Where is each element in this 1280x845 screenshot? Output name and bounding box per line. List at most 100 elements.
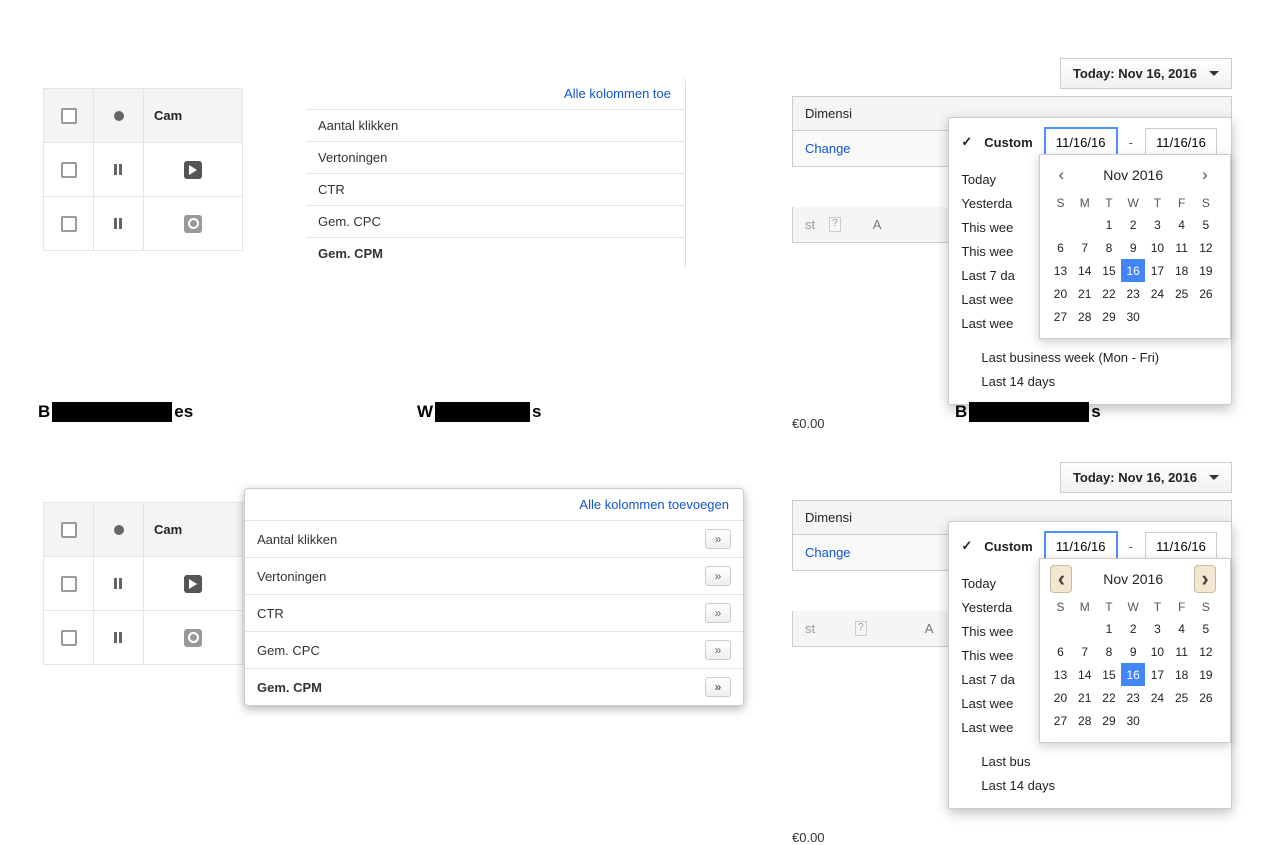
calendar-day[interactable]: 17	[1145, 259, 1169, 282]
calendar-day[interactable]: 24	[1145, 686, 1169, 709]
preset-option[interactable]: Last 14 days	[981, 370, 1217, 394]
column-option[interactable]: Aantal klikken	[306, 110, 685, 142]
calendar-day[interactable]: 18	[1170, 259, 1194, 282]
add-all-columns-link[interactable]: Alle kolommen toevoegen	[245, 489, 743, 521]
checkbox-icon[interactable]	[61, 162, 77, 178]
preset-option[interactable]: Last 14 days	[981, 774, 1217, 798]
column-option[interactable]: Vertoningen»	[245, 558, 743, 595]
date-from-input[interactable]	[1045, 128, 1117, 156]
table-row[interactable]	[44, 197, 243, 251]
column-option[interactable]: Gem. CPC»	[245, 632, 743, 669]
calendar-day[interactable]: 26	[1194, 686, 1218, 709]
calendar-day[interactable]: 28	[1073, 709, 1097, 732]
calendar-day[interactable]: 25	[1170, 686, 1194, 709]
column-option[interactable]: Gem. CPM	[306, 238, 685, 269]
calendar-day[interactable]: 21	[1073, 282, 1097, 305]
preset-option[interactable]: Yesterda	[961, 596, 1034, 620]
checkbox-icon[interactable]	[61, 630, 77, 646]
calendar-day[interactable]: 11	[1170, 640, 1194, 663]
preset-option[interactable]: Today	[961, 168, 1034, 192]
preset-option[interactable]: Last 7 da	[961, 264, 1034, 288]
calendar-day[interactable]: 23	[1121, 686, 1145, 709]
add-column-button[interactable]: »	[705, 603, 731, 623]
camera-icon[interactable]	[184, 629, 202, 647]
calendar-day[interactable]: 7	[1073, 236, 1097, 259]
calendar-day[interactable]: 15	[1097, 259, 1121, 282]
calendar-day[interactable]: 20	[1048, 686, 1072, 709]
calendar-day[interactable]: 10	[1145, 236, 1169, 259]
preset-option[interactable]: Last business week (Mon - Fri)	[981, 346, 1217, 370]
preset-option[interactable]: Last wee	[961, 312, 1034, 336]
table-row[interactable]	[44, 557, 243, 611]
calendar-day[interactable]: 17	[1145, 663, 1169, 686]
play-icon[interactable]	[184, 575, 202, 593]
preset-option[interactable]: Last wee	[961, 716, 1034, 740]
calendar-day[interactable]: 19	[1194, 259, 1218, 282]
calendar-day[interactable]: 16	[1121, 663, 1145, 686]
calendar-day[interactable]: 5	[1194, 617, 1218, 640]
calendar-day[interactable]: 12	[1194, 640, 1218, 663]
table-row[interactable]	[44, 143, 243, 197]
camera-icon[interactable]	[184, 215, 202, 233]
add-column-button[interactable]: »	[705, 529, 731, 549]
calendar-day[interactable]: 27	[1048, 305, 1072, 328]
checkbox-icon[interactable]	[61, 216, 77, 232]
preset-option[interactable]: This wee	[961, 240, 1034, 264]
column-option[interactable]: Gem. CPC	[306, 206, 685, 238]
calendar-day[interactable]: 6	[1048, 640, 1072, 663]
checkbox-icon[interactable]	[61, 108, 77, 124]
next-month-arrow[interactable]: ›	[1194, 161, 1216, 189]
calendar-day[interactable]: 8	[1097, 236, 1121, 259]
preset-option[interactable]: This wee	[961, 644, 1034, 668]
prev-month-arrow[interactable]: ‹	[1050, 161, 1072, 189]
preset-option[interactable]: Yesterda	[961, 192, 1034, 216]
calendar-day[interactable]: 8	[1097, 640, 1121, 663]
preset-option[interactable]: This wee	[961, 620, 1034, 644]
calendar-day[interactable]: 2	[1121, 213, 1145, 236]
col-header-cam[interactable]: Cam	[144, 89, 243, 143]
date-range-button[interactable]: Today: Nov 16, 2016	[1060, 462, 1232, 493]
calendar-day[interactable]: 1	[1097, 213, 1121, 236]
calendar-day[interactable]: 14	[1073, 663, 1097, 686]
calendar-day[interactable]: 5	[1194, 213, 1218, 236]
checkbox-icon[interactable]	[61, 576, 77, 592]
calendar-day[interactable]: 9	[1121, 236, 1145, 259]
calendar-day[interactable]: 4	[1170, 213, 1194, 236]
checkbox-icon[interactable]	[61, 522, 77, 538]
calendar-day[interactable]: 18	[1170, 663, 1194, 686]
calendar-day[interactable]: 1	[1097, 617, 1121, 640]
calendar-day[interactable]: 25	[1170, 282, 1194, 305]
preset-option[interactable]: Last bus	[981, 750, 1217, 774]
calendar-day[interactable]: 4	[1170, 617, 1194, 640]
column-option[interactable]: Aantal klikken»	[245, 521, 743, 558]
column-option[interactable]: Vertoningen	[306, 142, 685, 174]
calendar-day[interactable]: 7	[1073, 640, 1097, 663]
calendar-day[interactable]: 15	[1097, 663, 1121, 686]
calendar-day[interactable]: 13	[1048, 259, 1072, 282]
calendar-day[interactable]: 3	[1145, 617, 1169, 640]
calendar-day[interactable]: 6	[1048, 236, 1072, 259]
calendar-day[interactable]: 19	[1194, 663, 1218, 686]
column-option[interactable]: CTR»	[245, 595, 743, 632]
calendar-day[interactable]: 2	[1121, 617, 1145, 640]
preset-option[interactable]: This wee	[961, 216, 1034, 240]
calendar-day[interactable]: 29	[1097, 709, 1121, 732]
date-range-button[interactable]: Today: Nov 16, 2016	[1060, 58, 1232, 89]
calendar-day[interactable]: 26	[1194, 282, 1218, 305]
play-icon[interactable]	[184, 161, 202, 179]
calendar-day[interactable]: 9	[1121, 640, 1145, 663]
calendar-day[interactable]: 27	[1048, 709, 1072, 732]
date-from-input[interactable]	[1045, 532, 1117, 560]
add-column-button[interactable]: »	[705, 640, 731, 660]
calendar-day[interactable]: 23	[1121, 282, 1145, 305]
preset-option[interactable]: Last wee	[961, 288, 1034, 312]
calendar-day[interactable]: 28	[1073, 305, 1097, 328]
calendar-day[interactable]: 21	[1073, 686, 1097, 709]
add-column-button[interactable]: »	[705, 566, 731, 586]
calendar-day[interactable]: 11	[1170, 236, 1194, 259]
calendar-day[interactable]: 30	[1121, 305, 1145, 328]
column-option[interactable]: Gem. CPM»	[245, 669, 743, 705]
preset-option[interactable]: Today	[961, 572, 1034, 596]
calendar-day[interactable]: 30	[1121, 709, 1145, 732]
table-row[interactable]	[44, 611, 243, 665]
